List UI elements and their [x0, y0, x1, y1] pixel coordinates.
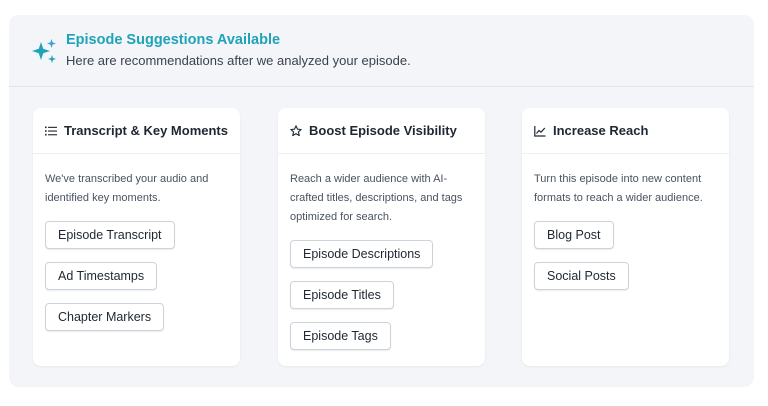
- blog-post-button[interactable]: Blog Post: [534, 221, 614, 249]
- list-icon: [45, 126, 57, 135]
- social-posts-button[interactable]: Social Posts: [534, 262, 629, 290]
- card-title: Boost Episode Visibility: [309, 123, 457, 138]
- card-description-line: optimized for search.: [290, 211, 393, 223]
- panel-title: Episode Suggestions Available: [66, 32, 281, 48]
- card-description-line: identified key moments.: [45, 192, 161, 204]
- episode-descriptions-button[interactable]: Episode Descriptions: [290, 240, 434, 268]
- card-description: Turn this episode into new content forma…: [522, 154, 729, 208]
- panel-subtitle: Here are recommendations after we analyz…: [66, 53, 411, 68]
- card-description: Reach a wider audience with AI- crafted …: [278, 154, 485, 227]
- trending-chart-icon: [534, 125, 546, 137]
- episode-tags-button[interactable]: Episode Tags: [290, 322, 391, 350]
- card-actions: Blog Post Social Posts: [522, 208, 729, 290]
- episode-transcript-button[interactable]: Episode Transcript: [45, 221, 175, 249]
- card-description-line: We've transcribed your audio and: [45, 173, 209, 185]
- card-actions: Episode Transcript Ad Timestamps Chapter…: [33, 208, 240, 331]
- card-description: We've transcribed your audio and identif…: [33, 154, 240, 208]
- card-increase-reach: Increase Reach Turn this episode into ne…: [522, 108, 729, 366]
- card-description-line: formats to reach a wider audience.: [534, 192, 703, 204]
- card-boost-episode-visibility: Boost Episode Visibility Reach a wider a…: [278, 108, 485, 366]
- card-actions: Episode Descriptions Episode Titles Epis…: [278, 227, 485, 350]
- sparkle-icon: [32, 39, 56, 63]
- card-description-line: crafted titles, descriptions, and tags: [290, 192, 463, 204]
- panel-header: Episode Suggestions Available Here are r…: [9, 15, 754, 87]
- star-icon: [290, 124, 302, 136]
- ad-timestamps-button[interactable]: Ad Timestamps: [45, 262, 158, 290]
- card-title: Increase Reach: [553, 123, 649, 138]
- chapter-markers-button[interactable]: Chapter Markers: [45, 303, 165, 331]
- card-description-line: Turn this episode into new content: [534, 173, 702, 185]
- episode-suggestions-panel: Episode Suggestions Available Here are r…: [9, 15, 754, 387]
- card-description-line: Reach a wider audience with AI-: [290, 173, 448, 185]
- card-header: Transcript & Key Moments: [33, 108, 240, 154]
- card-transcript-key-moments: Transcript & Key Moments We've transcrib…: [33, 108, 240, 366]
- card-header: Increase Reach: [522, 108, 729, 154]
- card-header: Boost Episode Visibility: [278, 108, 485, 154]
- episode-titles-button[interactable]: Episode Titles: [290, 281, 394, 309]
- card-title: Transcript & Key Moments: [64, 123, 228, 138]
